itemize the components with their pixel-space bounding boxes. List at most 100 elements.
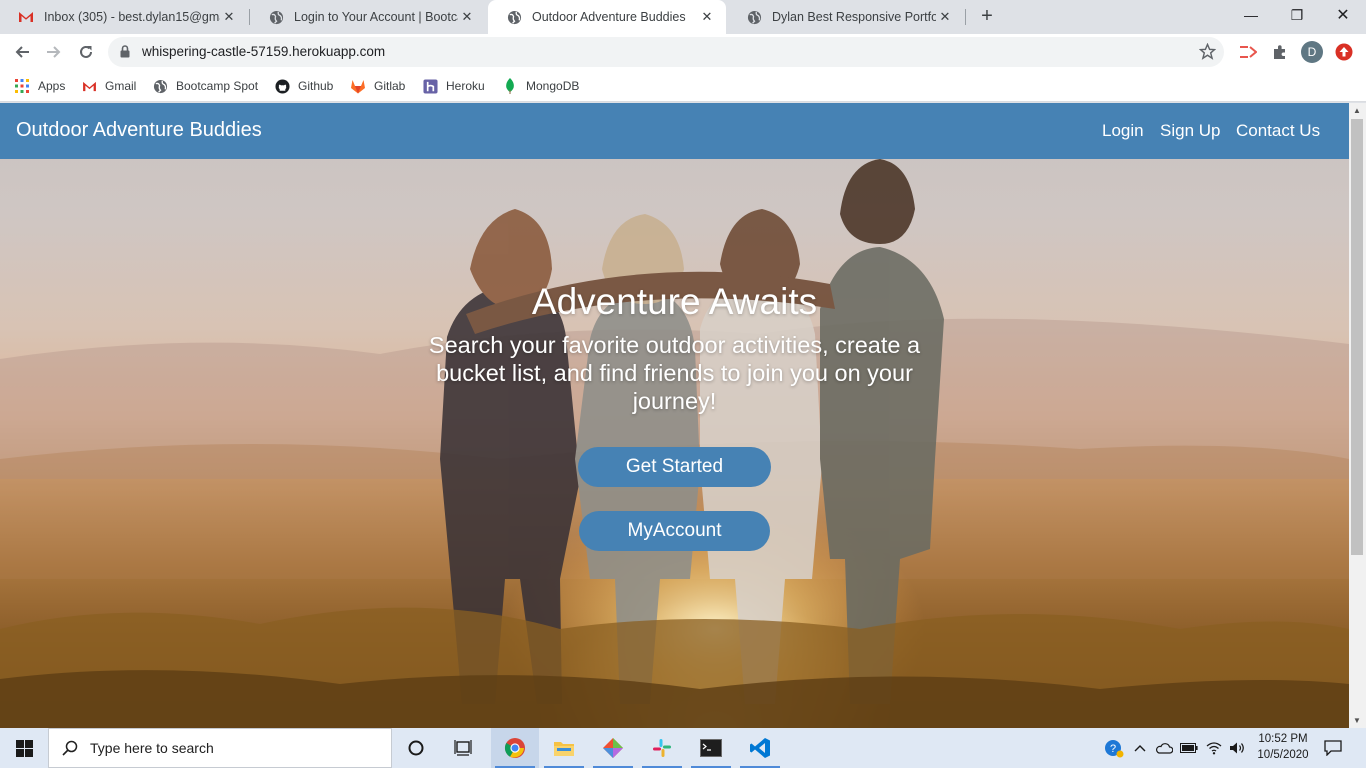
restore-button[interactable]: ❐	[1274, 0, 1320, 30]
wifi-icon[interactable]	[1203, 728, 1225, 768]
avatar-initial: D	[1301, 41, 1323, 63]
globe-icon	[746, 9, 762, 25]
taskbar-clock[interactable]: 10:52 PM 10/5/2020	[1249, 731, 1317, 763]
svg-text:?: ?	[1110, 743, 1116, 755]
tab-title: Login to Your Account | Bootcamp Spot	[294, 10, 458, 24]
bookmarks-bar: Apps Gmail Bootcamp Spot Github Gitlab H…	[0, 70, 1366, 102]
new-tab-button[interactable]: +	[976, 6, 998, 28]
taskbar-slack[interactable]	[638, 728, 686, 768]
mongodb-leaf-icon	[502, 78, 518, 94]
search-placeholder: Type here to search	[90, 740, 214, 756]
folder-icon	[554, 742, 574, 756]
vscode-icon	[750, 738, 770, 758]
lock-icon	[120, 45, 130, 63]
bookmark-mongodb[interactable]: MongoDB	[502, 76, 579, 96]
site-navbar: Outdoor Adventure Buddies Login Sign Up …	[0, 103, 1349, 159]
bookmark-label: MongoDB	[526, 79, 580, 93]
get-started-button[interactable]: Get Started	[578, 447, 771, 487]
update-alert-icon[interactable]	[1332, 40, 1356, 64]
tab-title: Inbox (305) - best.dylan15@gmail.com - G…	[44, 10, 220, 24]
hero-subtitle: Search your favorite outdoor activities,…	[428, 332, 921, 414]
apps-grid-icon	[14, 78, 30, 94]
tab-portfolio[interactable]: Dylan Best Responsive Portfolio ✕	[728, 0, 964, 34]
bookmark-label: Gitlab	[374, 79, 406, 93]
bookmark-label: Heroku	[446, 79, 485, 93]
hero-title: Adventure Awaits	[531, 281, 818, 322]
taskbar-search-box[interactable]: Type here to search	[48, 728, 392, 768]
back-arrow-icon	[15, 46, 29, 58]
clock-date: 10/5/2020	[1257, 749, 1309, 761]
bookmark-heroku[interactable]: Heroku	[422, 76, 485, 96]
bookmark-github[interactable]: Github	[274, 76, 333, 96]
back-button[interactable]	[10, 40, 34, 64]
globe-icon	[506, 9, 522, 25]
gitlab-icon	[350, 78, 366, 94]
tab-outdoor-adventure-buddies[interactable]: Outdoor Adventure Buddies ✕	[488, 0, 726, 34]
windows-taskbar: Type here to search ? 10:52 PM 10/5/2020	[0, 728, 1366, 768]
minimize-button[interactable]: —	[1228, 0, 1274, 30]
my-account-button[interactable]: MyAccount	[579, 511, 770, 551]
extension-cast-icon[interactable]	[1236, 40, 1260, 64]
tray-chevron-up-icon[interactable]	[1130, 728, 1150, 768]
clock-time: 10:52 PM	[1258, 733, 1308, 745]
tab-close-icon[interactable]: ✕	[458, 9, 476, 25]
globe-icon	[268, 9, 284, 25]
terminal-icon	[700, 739, 722, 757]
cortana-circle-icon	[408, 740, 424, 756]
heroku-icon	[422, 78, 438, 94]
reload-icon	[80, 45, 92, 58]
taskbar-vscode[interactable]	[736, 728, 784, 768]
battery-icon[interactable]	[1178, 728, 1200, 768]
extensions-puzzle-icon[interactable]	[1268, 40, 1292, 64]
cortana-button[interactable]	[396, 728, 436, 768]
taskbar-terminal[interactable]	[687, 728, 735, 768]
start-button[interactable]	[0, 728, 48, 768]
scroll-down-arrow-icon[interactable]: ▼	[1353, 716, 1361, 725]
tab-close-icon[interactable]: ✕	[220, 9, 238, 25]
reload-button[interactable]	[74, 40, 98, 64]
tab-close-icon[interactable]: ✕	[936, 9, 954, 25]
site-brand[interactable]: Outdoor Adventure Buddies	[16, 119, 262, 142]
taskbar-github-desktop[interactable]	[589, 728, 637, 768]
browser-toolbar: whispering-castle-57159.herokuapp.com D	[0, 34, 1366, 70]
tab-divider	[965, 9, 966, 25]
taskbar-chrome[interactable]	[491, 728, 539, 768]
chrome-icon	[504, 738, 525, 758]
onedrive-cloud-icon[interactable]	[1153, 728, 1175, 768]
task-view-icon	[454, 740, 472, 756]
tab-close-icon[interactable]: ✕	[698, 9, 716, 25]
github-icon	[274, 78, 290, 94]
page-viewport: Outdoor Adventure Buddies Login Sign Up …	[0, 103, 1349, 728]
bookmark-gitlab[interactable]: Gitlab	[350, 76, 405, 96]
taskbar-file-explorer[interactable]	[540, 728, 588, 768]
help-notification-icon[interactable]: ?	[1101, 728, 1127, 768]
browser-tab-strip: Inbox (305) - best.dylan15@gmail.com - G…	[0, 0, 1366, 34]
volume-icon[interactable]	[1226, 728, 1248, 768]
bookmark-bootcamp-spot[interactable]: Bootcamp Spot	[152, 76, 258, 96]
gmail-icon	[81, 78, 97, 94]
forward-button[interactable]	[42, 40, 66, 64]
nav-signup-link[interactable]: Sign Up	[1160, 121, 1220, 141]
page-scrollbar[interactable]: ▲ ▼	[1349, 103, 1366, 728]
bookmark-label: Github	[298, 79, 334, 93]
bookmark-gmail[interactable]: Gmail	[81, 76, 136, 96]
app-diamond-icon	[603, 738, 623, 758]
tab-title: Dylan Best Responsive Portfolio	[772, 10, 936, 24]
tab-gmail-inbox[interactable]: Inbox (305) - best.dylan15@gmail.com - G…	[0, 0, 248, 34]
address-bar[interactable]: whispering-castle-57159.herokuapp.com	[108, 37, 1224, 67]
task-view-button[interactable]	[443, 728, 483, 768]
globe-icon	[152, 78, 168, 94]
scroll-up-arrow-icon[interactable]: ▲	[1353, 106, 1361, 115]
nav-contact-link[interactable]: Contact Us	[1236, 121, 1320, 141]
bookmark-label: Apps	[38, 79, 66, 93]
scrollbar-thumb[interactable]	[1351, 119, 1363, 555]
close-window-button[interactable]: ✕	[1320, 0, 1366, 30]
gmail-icon	[18, 9, 34, 25]
windows-logo-icon	[15, 739, 33, 757]
nav-login-link[interactable]: Login	[1102, 121, 1144, 141]
bookmark-star-icon[interactable]	[1198, 42, 1217, 65]
bookmark-apps[interactable]: Apps	[14, 76, 65, 96]
action-center-icon[interactable]	[1318, 728, 1348, 768]
profile-avatar[interactable]: D	[1300, 40, 1324, 64]
tab-bootcamp-login[interactable]: Login to Your Account | Bootcamp Spot ✕	[250, 0, 486, 34]
